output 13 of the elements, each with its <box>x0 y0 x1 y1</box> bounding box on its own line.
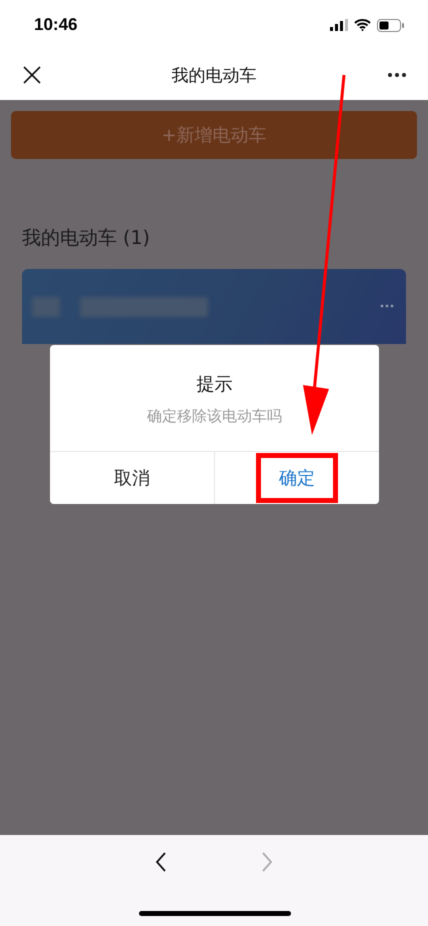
dialog-title: 提示 <box>196 373 234 396</box>
back-icon[interactable] <box>155 852 167 872</box>
section-heading: 我的电动车 (1) <box>22 226 151 251</box>
page-title: 我的电动车 <box>172 64 256 86</box>
battery-icon <box>377 18 404 32</box>
close-icon[interactable] <box>23 66 41 84</box>
confirm-button[interactable]: 确定 <box>214 452 379 504</box>
status-time: 10:46 <box>34 15 78 35</box>
signal-icon <box>330 19 348 31</box>
wifi-icon <box>354 19 371 31</box>
more-icon[interactable] <box>387 72 407 78</box>
blurred-text <box>32 297 60 317</box>
dialog-message: 确定移除该电动车吗 <box>146 407 283 426</box>
